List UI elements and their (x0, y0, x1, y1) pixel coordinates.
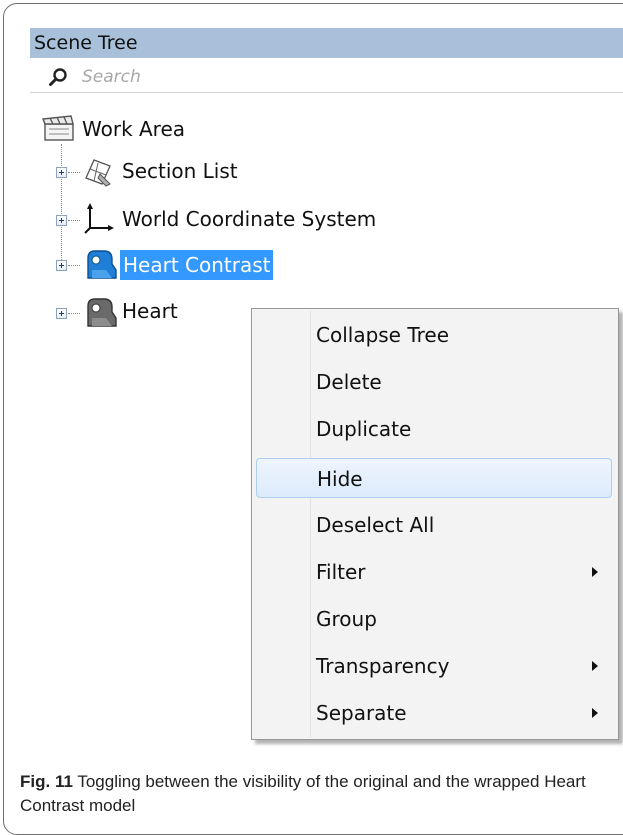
menu-item-label: Collapse Tree (316, 323, 450, 347)
tree-connector-line (68, 313, 80, 314)
menu-item-filter[interactable]: Filter (256, 552, 612, 592)
tree-connector-line (68, 172, 80, 173)
model-icon (87, 298, 117, 327)
tree-connector-line (68, 265, 80, 266)
caption-text: Toggling between the visibility of the o… (20, 772, 586, 815)
menu-item-collapse-tree[interactable]: Collapse Tree (256, 315, 612, 355)
tree-item-world-coordinate-system[interactable]: World Coordinate System (122, 204, 376, 234)
expand-toggle-world-coordinate-system[interactable] (56, 215, 67, 226)
expand-toggle-heart-contrast[interactable] (56, 260, 67, 271)
submenu-arrow-icon (592, 708, 598, 718)
section-plane-icon (85, 159, 111, 187)
figure-label: Fig. 11 (20, 772, 73, 791)
menu-item-label: Deselect All (316, 513, 435, 537)
model-icon (87, 250, 117, 279)
menu-item-separate[interactable]: Separate (256, 693, 612, 733)
tree-item-heart-contrast[interactable]: Heart Contrast (120, 250, 274, 280)
tree-connector-line (68, 220, 80, 221)
menu-item-label: Separate (316, 701, 407, 725)
menu-item-label: Group (316, 607, 377, 631)
tree-connector-line (61, 144, 62, 266)
menu-item-label: Filter (316, 560, 366, 584)
menu-item-group[interactable]: Group (256, 599, 612, 639)
axes-icon (84, 203, 114, 234)
tree-item-heart[interactable]: Heart (122, 296, 178, 326)
submenu-arrow-icon (592, 661, 598, 671)
tree-item-work-area[interactable]: Work Area (82, 114, 185, 144)
scene-tree-panel: Scene Tree Work Area Se (30, 28, 623, 758)
tree-item-section-list[interactable]: Section List (122, 156, 238, 186)
figure-caption: Fig. 11 Toggling between the visibility … (20, 770, 610, 818)
menu-item-label: Duplicate (316, 417, 412, 441)
menu-item-label: Delete (316, 370, 382, 394)
menu-item-transparency[interactable]: Transparency (256, 646, 612, 686)
context-menu: Collapse Tree Delete Duplicate Hide Dese… (251, 308, 619, 740)
menu-item-delete[interactable]: Delete (256, 362, 612, 402)
menu-item-hide[interactable]: Hide (256, 458, 612, 498)
expand-toggle-section-list[interactable] (56, 167, 67, 178)
clapperboard-icon (42, 115, 74, 141)
submenu-arrow-icon (592, 567, 598, 577)
menu-item-duplicate[interactable]: Duplicate (256, 409, 612, 449)
menu-item-deselect-all[interactable]: Deselect All (256, 505, 612, 545)
menu-item-label: Hide (317, 467, 363, 491)
menu-item-label: Transparency (316, 654, 450, 678)
expand-toggle-heart[interactable] (56, 308, 67, 319)
